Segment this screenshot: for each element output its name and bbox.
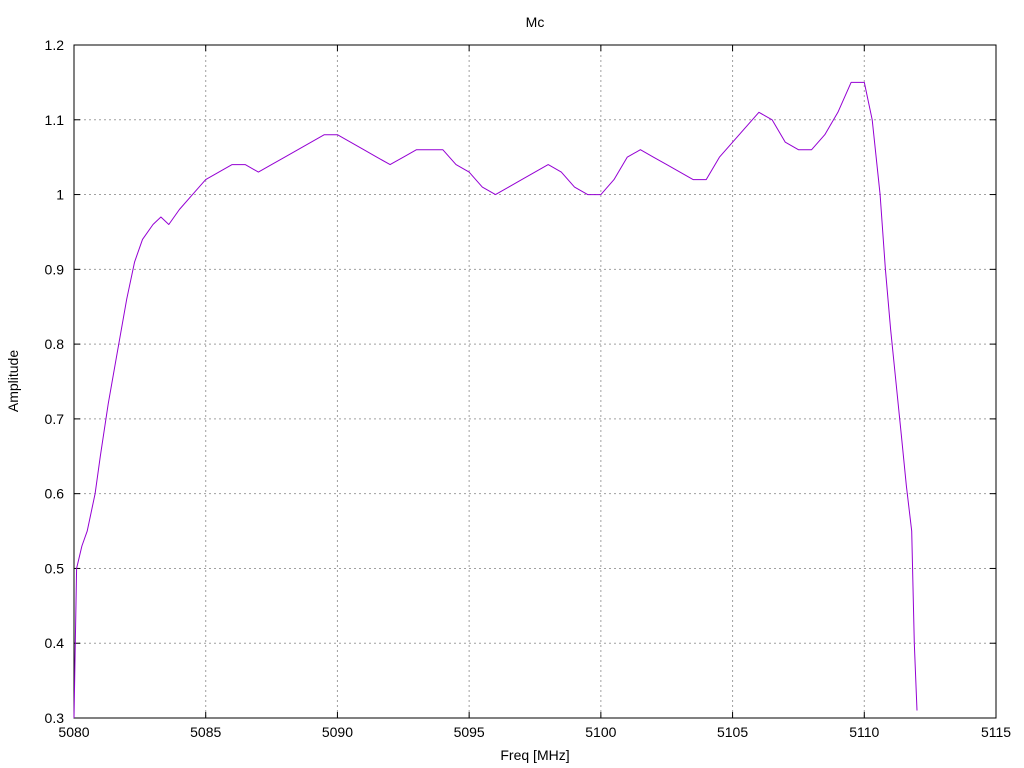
x-tick-label: 5080 — [58, 724, 89, 740]
y-tick-label: 0.8 — [45, 336, 65, 352]
plot-frame — [73, 44, 997, 719]
x-tick-label: 5085 — [190, 724, 221, 740]
x-tick-label: 5090 — [322, 724, 353, 740]
y-tick-label: 1.1 — [45, 112, 65, 128]
y-axis-title: Amplitude — [5, 350, 21, 412]
y-tick-label: 0.9 — [45, 261, 65, 277]
y-tick-label: 0.7 — [45, 411, 65, 427]
y-tick-label: 1 — [56, 187, 64, 203]
grid — [74, 45, 996, 718]
x-tick-label: 5100 — [585, 724, 616, 740]
y-tick-label: 0.3 — [45, 710, 65, 726]
y-tick-label: 0.5 — [45, 560, 65, 576]
x-tick-label: 5115 — [981, 724, 1011, 740]
x-tick-label: 5095 — [454, 724, 485, 740]
series-line — [73, 81, 918, 719]
x-tick-label: 5110 — [849, 724, 879, 740]
y-tick-label: 0.4 — [45, 635, 65, 651]
x-axis-title: Freq [MHz] — [500, 747, 569, 763]
x-tick-label: 5105 — [717, 724, 748, 740]
y-tick-label: 0.6 — [45, 486, 65, 502]
ticks: 5080 5085 5090 5095 5100 5105 5110 5115 0.3 0.4 0.… — [45, 37, 1012, 740]
series-layer — [73, 81, 918, 719]
chart: 5080 5085 5090 5095 5100 5105 5110 5115 0.3 0.4 0.… — [5, 14, 1012, 763]
chart-title: Mc — [526, 14, 545, 30]
y-tick-label: 1.2 — [45, 37, 65, 53]
